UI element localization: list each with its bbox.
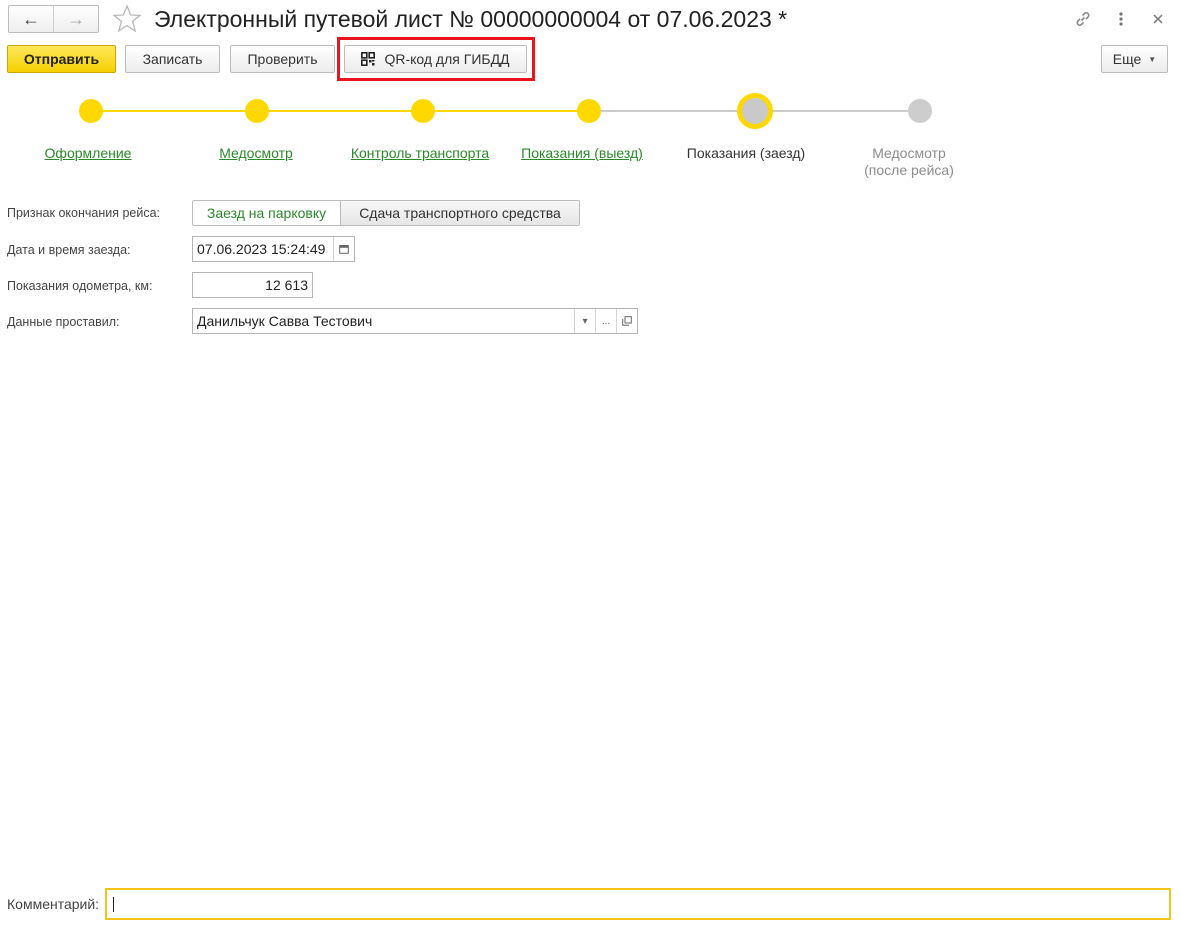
chevron-down-icon: ▼	[1148, 54, 1157, 64]
step-dot-readings-arrival[interactable]	[737, 93, 773, 129]
entered-by-field[interactable]: Данильчук Савва Тестович ▾ ...	[192, 308, 638, 334]
more-button[interactable]: Еще ▼	[1101, 45, 1168, 73]
arrow-right-icon: →	[67, 9, 85, 29]
entered-by-label: Данные проставил:	[7, 315, 120, 329]
step-dot-medical-after	[908, 99, 932, 123]
datetime-value: 07.06.2023 15:24:49	[197, 241, 326, 257]
qr-code-icon	[361, 52, 376, 66]
progress-track-done	[91, 110, 589, 112]
open-icon[interactable]	[616, 309, 637, 333]
navigation-buttons: ← →	[8, 5, 99, 33]
step-link-readings-departure[interactable]: Показания (выезд)	[497, 145, 667, 162]
odometer-field[interactable]: 12 613	[192, 272, 313, 298]
step-link-registration[interactable]: Оформление	[3, 145, 173, 162]
save-button[interactable]: Записать	[125, 45, 220, 73]
comment-input[interactable]	[105, 888, 1171, 920]
calendar-icon[interactable]	[333, 237, 354, 261]
forward-button[interactable]: →	[53, 6, 98, 32]
trip-end-option-handover[interactable]: Сдача транспортного средства	[340, 201, 579, 225]
text-caret	[113, 897, 114, 912]
trip-end-label: Признак окончания рейса:	[7, 206, 161, 220]
close-icon[interactable]	[1147, 8, 1169, 30]
step-dot-registration[interactable]	[79, 99, 103, 123]
link-icon[interactable]	[1072, 8, 1094, 30]
qr-code-button[interactable]: QR-код для ГИБДД	[344, 45, 527, 73]
check-button[interactable]: Проверить	[230, 45, 335, 73]
step-dot-readings-departure[interactable]	[577, 99, 601, 123]
page-title: Электронный путевой лист № 00000000004 о…	[154, 6, 788, 32]
star-icon[interactable]	[112, 4, 142, 34]
more-vertical-icon[interactable]	[1110, 8, 1132, 30]
comment-label: Комментарий:	[7, 896, 100, 912]
step-link-medical[interactable]: Медосмотр	[171, 145, 341, 162]
dropdown-arrow-icon[interactable]: ▾	[574, 309, 595, 333]
arrow-left-icon: ←	[22, 9, 40, 29]
trip-end-switch: Заезд на парковку Сдача транспортного ср…	[192, 200, 580, 226]
step-label-medical-after: Медосмотр (после рейса)	[864, 145, 954, 178]
step-dot-transport-control[interactable]	[411, 99, 435, 123]
step-link-transport-control[interactable]: Контроль транспорта	[335, 145, 505, 162]
back-button[interactable]: ←	[9, 6, 53, 32]
odometer-label: Показания одометра, км:	[7, 279, 153, 293]
document-window: ← → Электронный путевой лист № 000000000…	[0, 0, 1180, 927]
choose-button[interactable]: ...	[595, 309, 616, 333]
send-button[interactable]: Отправить	[7, 45, 116, 73]
entered-by-value: Данильчук Савва Тестович	[197, 313, 373, 329]
datetime-label: Дата и время заезда:	[7, 243, 131, 257]
datetime-field[interactable]: 07.06.2023 15:24:49	[192, 236, 355, 262]
step-label-readings-arrival: Показания (заезд)	[686, 145, 806, 161]
qr-code-button-label: QR-код для ГИБДД	[384, 51, 510, 67]
odometer-value: 12 613	[265, 277, 308, 293]
more-button-label: Еще	[1112, 51, 1142, 67]
step-dot-medical[interactable]	[245, 99, 269, 123]
trip-end-option-parking[interactable]: Заезд на парковку	[193, 201, 340, 225]
